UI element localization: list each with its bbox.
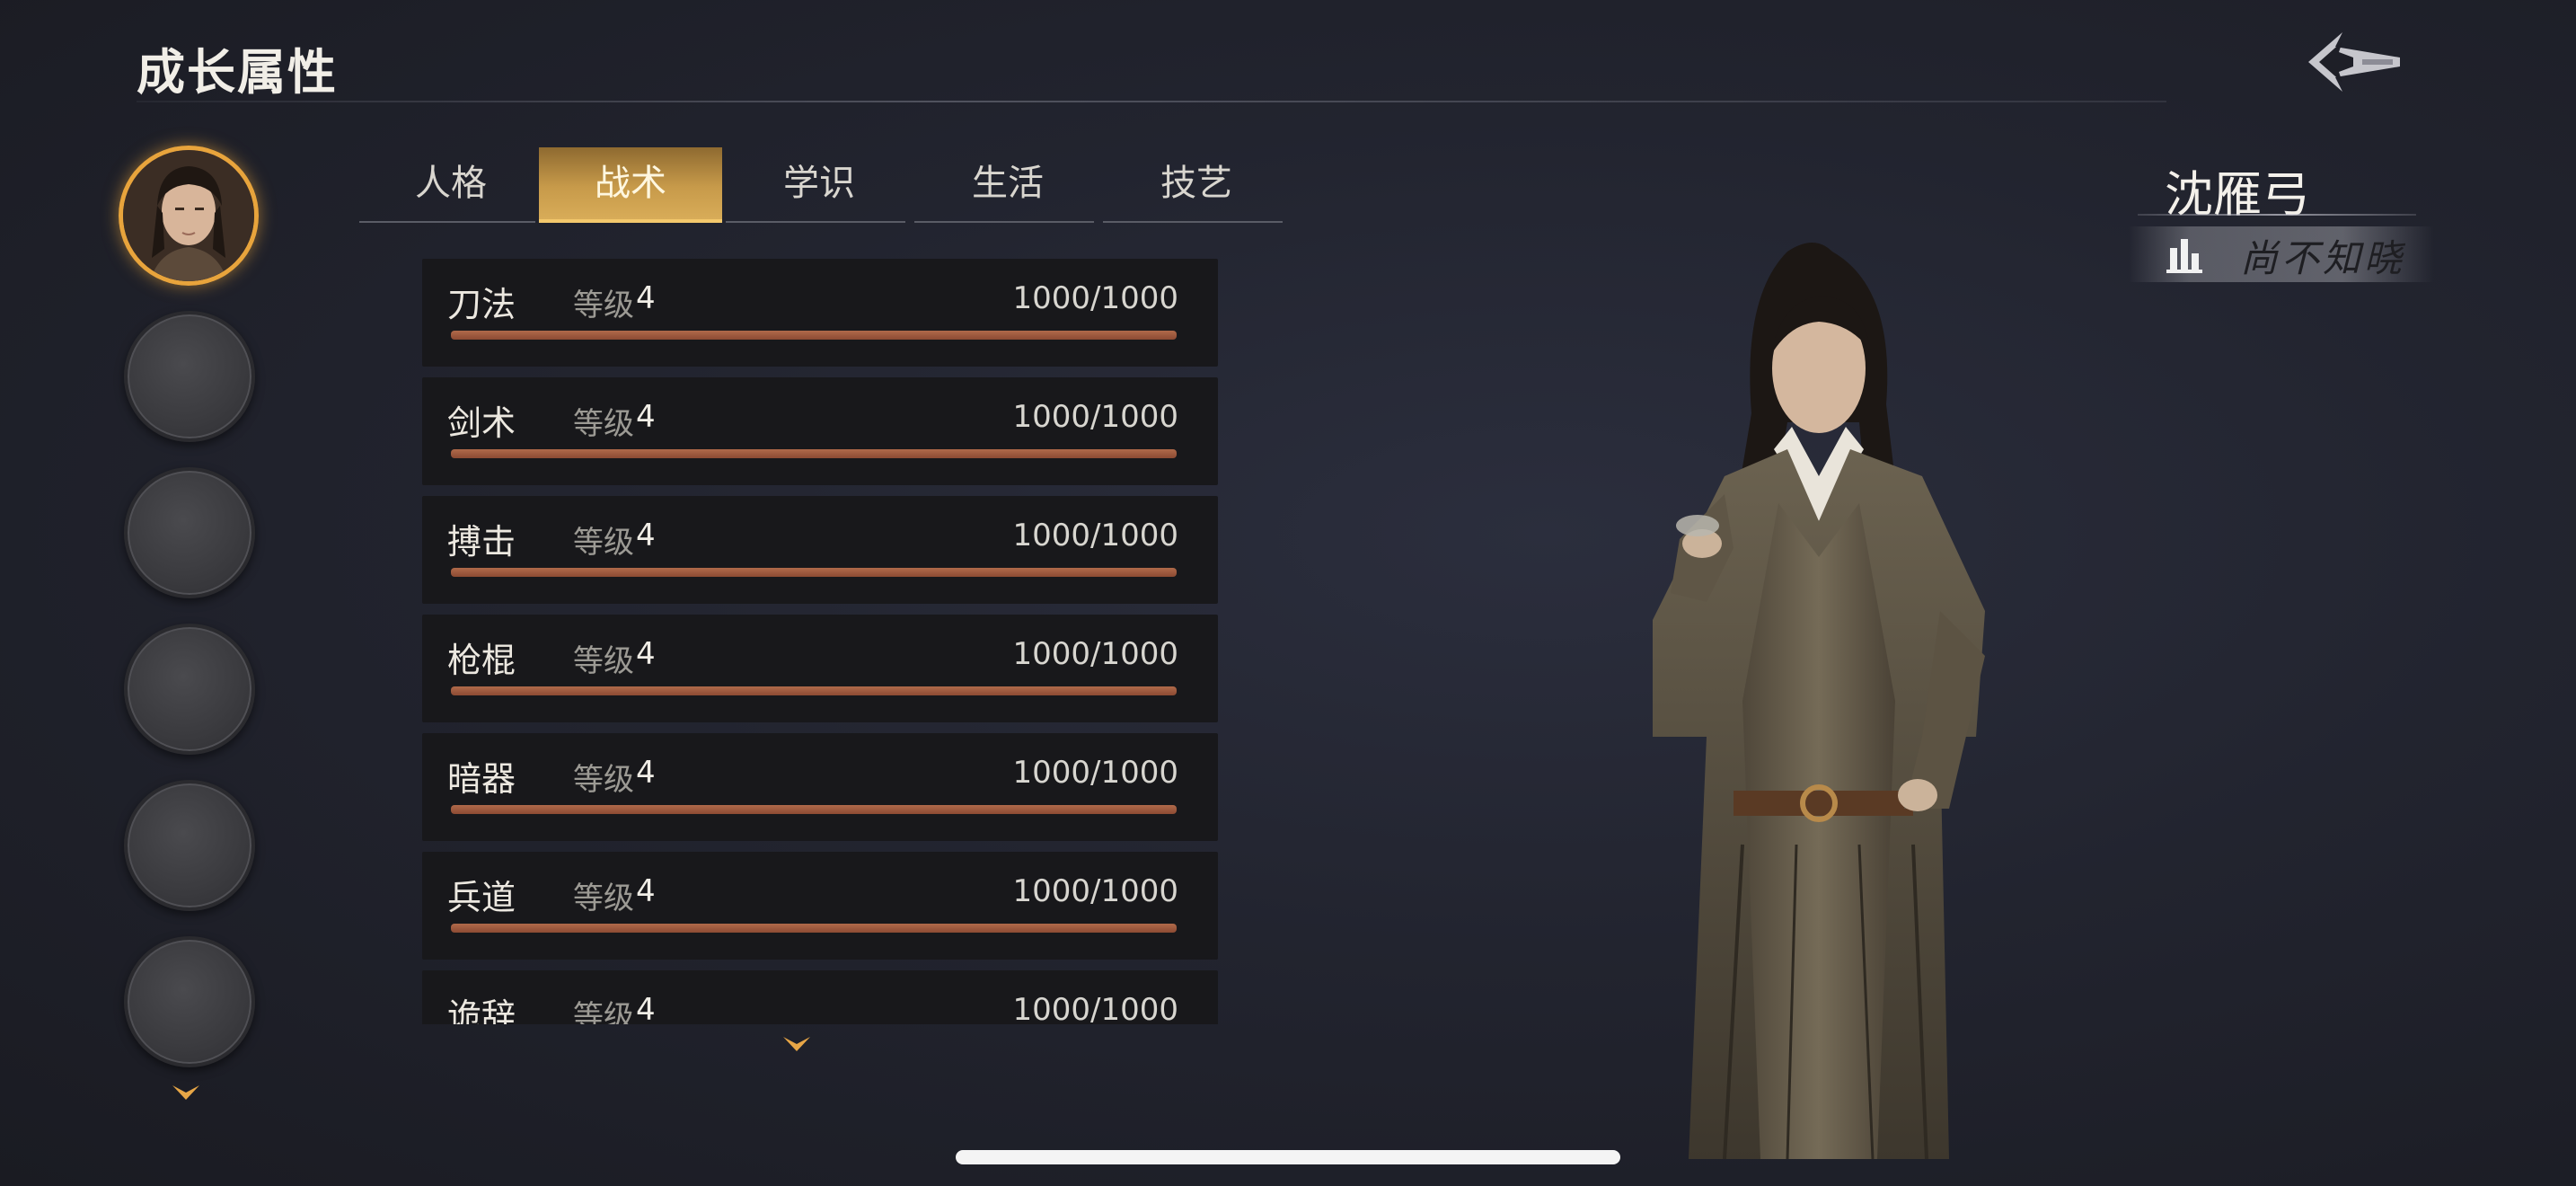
tab-divider — [1103, 221, 1283, 223]
skill-level: 4 — [636, 873, 656, 909]
skill-level: 4 — [636, 280, 656, 316]
skill-level-label: 等级 — [573, 881, 634, 916]
skill-exp: 1000/1000 — [1012, 518, 1178, 553]
back-button[interactable] — [2299, 22, 2407, 102]
skill-name: 暗器 — [447, 759, 516, 799]
category-tabs: 人格 战术 学识 生活 技艺 — [359, 147, 1284, 223]
skill-progress-fill — [451, 331, 1177, 340]
skill-level: 4 — [636, 755, 656, 791]
skill-level-label: 等级 — [573, 406, 634, 442]
page-title: 成长属性 — [137, 43, 338, 101]
character-slot[interactable] — [124, 467, 255, 598]
skill-row: 兵道 等级 4 1000/1000 — [422, 852, 1218, 960]
home-indicator[interactable] — [956, 1150, 1620, 1164]
skill-level-label: 等级 — [573, 643, 634, 679]
character-slot[interactable] — [124, 311, 255, 442]
chevron-down-icon — [172, 1085, 199, 1100]
skill-level: 4 — [636, 399, 656, 435]
tab-personality[interactable]: 人格 — [359, 147, 543, 219]
skill-name: 兵道 — [447, 878, 516, 917]
character-slot-active[interactable] — [119, 146, 259, 286]
skill-progress-bar — [451, 449, 1177, 458]
skill-level: 4 — [636, 992, 656, 1024]
tab-divider — [726, 221, 905, 223]
tab-knowledge[interactable]: 学识 — [728, 147, 911, 219]
character-slot[interactable] — [124, 936, 255, 1067]
character-slot[interactable] — [124, 780, 255, 911]
character-title: 尚不知晓 — [2240, 236, 2406, 280]
skill-row: 刀法 等级 4 1000/1000 — [422, 259, 1218, 367]
tab-divider — [914, 221, 1094, 223]
header-divider — [137, 101, 2166, 102]
skill-name: 枪棍 — [447, 641, 516, 680]
character-slot[interactable] — [124, 624, 255, 755]
skill-exp: 1000/1000 — [1012, 755, 1178, 791]
skill-exp: 1000/1000 — [1012, 992, 1178, 1024]
skill-row: 剑术 等级 4 1000/1000 — [422, 377, 1218, 485]
skill-row: 暗器 等级 4 1000/1000 — [422, 733, 1218, 841]
skill-name: 刀法 — [447, 285, 516, 324]
skill-progress-fill — [451, 805, 1177, 814]
skill-name: 搏击 — [447, 522, 516, 562]
skill-progress-bar — [451, 924, 1177, 933]
tab-life[interactable]: 生活 — [916, 147, 1099, 219]
skill-progress-bar — [451, 686, 1177, 695]
skill-exp: 1000/1000 — [1012, 280, 1178, 316]
skill-progress-fill — [451, 449, 1177, 458]
skill-row: 搏击 等级 4 1000/1000 — [422, 496, 1218, 604]
skill-row: 诡辞 等级 4 1000/1000 — [422, 970, 1218, 1024]
skill-level-label: 等级 — [573, 762, 634, 798]
skill-row: 枪棍 等级 4 1000/1000 — [422, 615, 1218, 722]
skill-progress-bar — [451, 568, 1177, 577]
skill-name: 剑术 — [447, 403, 516, 443]
skill-progress-fill — [451, 686, 1177, 695]
back-arrow-icon — [2308, 32, 2400, 92]
skill-level: 4 — [636, 636, 656, 672]
tab-craft[interactable]: 技艺 — [1105, 147, 1288, 219]
skill-level-label: 等级 — [573, 288, 634, 323]
chevron-down-icon — [783, 1037, 810, 1051]
character-avatar — [123, 150, 254, 281]
list-scroll-down-button[interactable] — [781, 1035, 812, 1058]
tab-divider — [359, 221, 535, 223]
tab-tactics[interactable]: 战术 — [539, 147, 722, 223]
skill-exp: 1000/1000 — [1012, 399, 1178, 435]
skill-exp: 1000/1000 — [1012, 636, 1178, 672]
skill-exp: 1000/1000 — [1012, 873, 1178, 909]
skill-progress-bar — [451, 331, 1177, 340]
skill-level-label: 等级 — [573, 999, 634, 1024]
skill-list[interactable]: 刀法 等级 4 1000/1000 剑术 等级 4 1000/1000 搏击 等… — [422, 259, 1218, 1024]
skill-progress-fill — [451, 568, 1177, 577]
skill-progress-bar — [451, 805, 1177, 814]
skill-progress-fill — [451, 924, 1177, 933]
skill-level: 4 — [636, 518, 656, 553]
rank-badge-icon — [2166, 239, 2202, 273]
character-portrait — [1653, 243, 1985, 1160]
name-divider — [2138, 214, 2416, 216]
skill-name: 诡辞 — [447, 996, 516, 1024]
skill-level-label: 等级 — [573, 525, 634, 561]
avatar-scroll-down-button[interactable] — [171, 1084, 201, 1107]
